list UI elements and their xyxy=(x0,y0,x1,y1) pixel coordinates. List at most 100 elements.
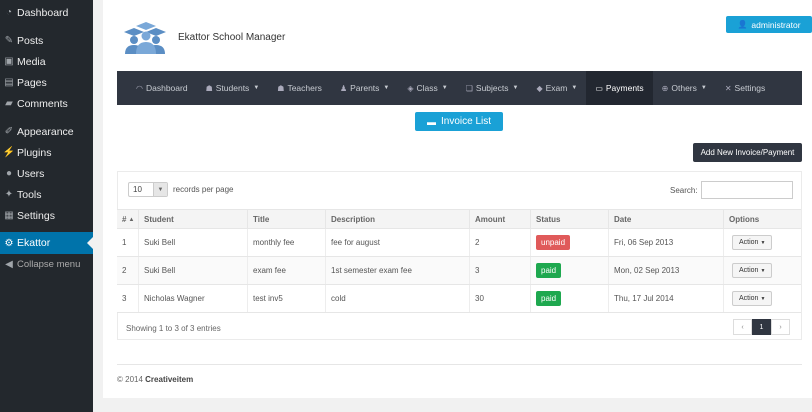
pin-icon: ✎ xyxy=(4,35,14,46)
dashboard-icon: ◔ xyxy=(5,7,13,18)
col-status[interactable]: Status xyxy=(531,210,609,229)
chevron-down-icon: ▼ xyxy=(383,85,390,91)
gauge-icon: ◠ xyxy=(136,83,143,93)
user-menu-button[interactable]: 👤 administrator xyxy=(726,16,812,33)
cell-options: Action ▼ xyxy=(724,229,801,256)
brush-icon: ✐ xyxy=(4,126,14,137)
cell-student: Suki Bell xyxy=(139,229,248,256)
chevron-down-icon: ▼ xyxy=(441,85,448,91)
exam-icon: ◆ xyxy=(536,83,543,93)
chevron-down-icon: ▼ xyxy=(760,295,766,302)
cell-status: paid xyxy=(531,285,609,312)
cell-options: Action ▼ xyxy=(724,285,801,312)
nav-class[interactable]: ◈ Class ▼ xyxy=(398,71,456,105)
chevron-down-icon: ▼ xyxy=(760,239,766,246)
sidebar-item-comments[interactable]: ▰ Comments xyxy=(0,93,93,114)
page-length-select[interactable]: 10 ▼ xyxy=(128,182,168,197)
nav-payments[interactable]: ▭ Payments xyxy=(586,71,653,105)
nav-teachers[interactable]: ☗ Teachers xyxy=(268,71,331,105)
sidebar-item-media[interactable]: ▣ Media xyxy=(0,51,93,72)
nav-parents[interactable]: ♟ Parents ▼ xyxy=(331,71,398,105)
sort-icon: ▲ xyxy=(128,216,135,223)
search-input[interactable] xyxy=(701,181,793,199)
subjects-icon: ❏ xyxy=(465,83,473,93)
add-invoice-button[interactable]: Add New Invoice/Payment xyxy=(693,143,802,162)
teachers-icon: ☗ xyxy=(277,83,285,93)
sidebar-item-settings[interactable]: ▦ Settings xyxy=(0,205,93,226)
others-icon: ⊕ xyxy=(661,83,669,93)
next-page-button[interactable]: › xyxy=(771,319,790,335)
cell-date: Mon, 02 Sep 2013 xyxy=(609,257,724,284)
footer-divider xyxy=(117,364,802,365)
status-badge: paid xyxy=(536,263,562,278)
sidebar-item-pages[interactable]: ▤ Pages xyxy=(0,72,93,93)
cell-description: fee for august xyxy=(326,229,470,256)
cell-options: Action ▼ xyxy=(724,257,801,284)
cell-amount: 2 xyxy=(470,229,531,256)
chevron-down-icon: ▼ xyxy=(760,267,766,274)
chevron-down-icon: ▼ xyxy=(700,85,707,91)
comment-icon: ▰ xyxy=(5,98,13,109)
cell-amount: 30 xyxy=(470,285,531,312)
status-badge: unpaid xyxy=(536,235,571,250)
students-icon: ☗ xyxy=(205,83,213,93)
chevron-down-icon: ▼ xyxy=(253,85,260,91)
footer-copyright: © 2014 xyxy=(117,375,143,384)
sidebar-item-appearance[interactable]: ✐ Appearance xyxy=(0,121,93,142)
chevron-down-icon: ▼ xyxy=(153,183,167,196)
prev-page-button[interactable]: ‹ xyxy=(733,319,752,335)
sidebar-item-tools[interactable]: ✦ Tools xyxy=(0,184,93,205)
status-badge: paid xyxy=(536,291,562,306)
nav-students[interactable]: ☗ Students ▼ xyxy=(197,71,269,105)
chevron-down-icon: ▼ xyxy=(571,85,578,91)
col-student[interactable]: Student xyxy=(139,210,248,229)
cell-date: Fri, 06 Sep 2013 xyxy=(609,229,724,256)
media-icon: ▣ xyxy=(4,56,14,67)
sidebar-item-dashboard[interactable]: ◔ Dashboard xyxy=(0,2,93,23)
sidebar-item-ekattor[interactable]: ⚙ Ekattor xyxy=(0,232,93,254)
wp-admin-sidebar: ◔ Dashboard ✎ Posts ▣ Media ▤ Pages ▰ Co… xyxy=(0,0,93,412)
payments-icon: ▭ xyxy=(595,83,603,93)
nav-others[interactable]: ⊕ Others ▼ xyxy=(653,71,716,105)
col-num[interactable]: # ▲ xyxy=(117,210,139,229)
nav-subjects[interactable]: ❏ Subjects ▼ xyxy=(457,71,528,105)
sidebar-collapse-menu[interactable]: ◀ Collapse menu xyxy=(0,254,93,275)
invoice-list-button[interactable]: ▬ Invoice List xyxy=(415,112,503,131)
collapse-icon: ◀ xyxy=(5,259,13,270)
user-icon: ● xyxy=(5,168,13,179)
action-button[interactable]: Action ▼ xyxy=(732,235,773,250)
table-header: # ▲ Student Title Description Amount Stat… xyxy=(117,209,801,229)
cell-title: exam fee xyxy=(248,257,326,284)
nav-dashboard[interactable]: ◠ Dashboard xyxy=(117,71,197,105)
col-amount[interactable]: Amount xyxy=(470,210,531,229)
tools-icon: ✕ xyxy=(724,83,732,93)
search-label: Search: xyxy=(670,186,698,195)
cell-title: monthly fee xyxy=(248,229,326,256)
cell-num: 3 xyxy=(117,285,139,312)
wrench-icon: ✦ xyxy=(4,189,14,200)
table-row: 3 Nicholas Wagner test inv5 cold 30 paid… xyxy=(117,285,801,313)
table-row: 1 Suki Bell monthly fee fee for august 2… xyxy=(117,229,801,257)
col-date[interactable]: Date xyxy=(609,210,724,229)
sidebar-item-posts[interactable]: ✎ Posts xyxy=(0,30,93,51)
page-button-current[interactable]: 1 xyxy=(752,319,771,335)
parent-icon: ♟ xyxy=(339,83,348,93)
cell-num: 2 xyxy=(117,257,139,284)
school-logo-icon xyxy=(124,22,166,54)
cell-description: 1st semester exam fee xyxy=(326,257,470,284)
sidebar-item-plugins[interactable]: ⚡ Plugins xyxy=(0,142,93,163)
col-description[interactable]: Description xyxy=(326,210,470,229)
col-title[interactable]: Title xyxy=(248,210,326,229)
cell-description: cold xyxy=(326,285,470,312)
nav-exam[interactable]: ◆ Exam ▼ xyxy=(527,71,586,105)
footer: © 2014 Creativeitem xyxy=(117,375,193,384)
nav-settings[interactable]: ✕ Settings xyxy=(716,71,774,105)
settings-icon: ▦ xyxy=(4,210,14,221)
action-button[interactable]: Action ▼ xyxy=(732,263,773,278)
sidebar-item-users[interactable]: ● Users xyxy=(0,163,93,184)
page-length-label: records per page xyxy=(173,185,234,194)
col-options[interactable]: Options xyxy=(724,210,801,229)
page-icon: ▤ xyxy=(4,77,14,88)
action-button[interactable]: Action ▼ xyxy=(732,291,773,306)
pagination: ‹ 1 › xyxy=(733,319,790,335)
